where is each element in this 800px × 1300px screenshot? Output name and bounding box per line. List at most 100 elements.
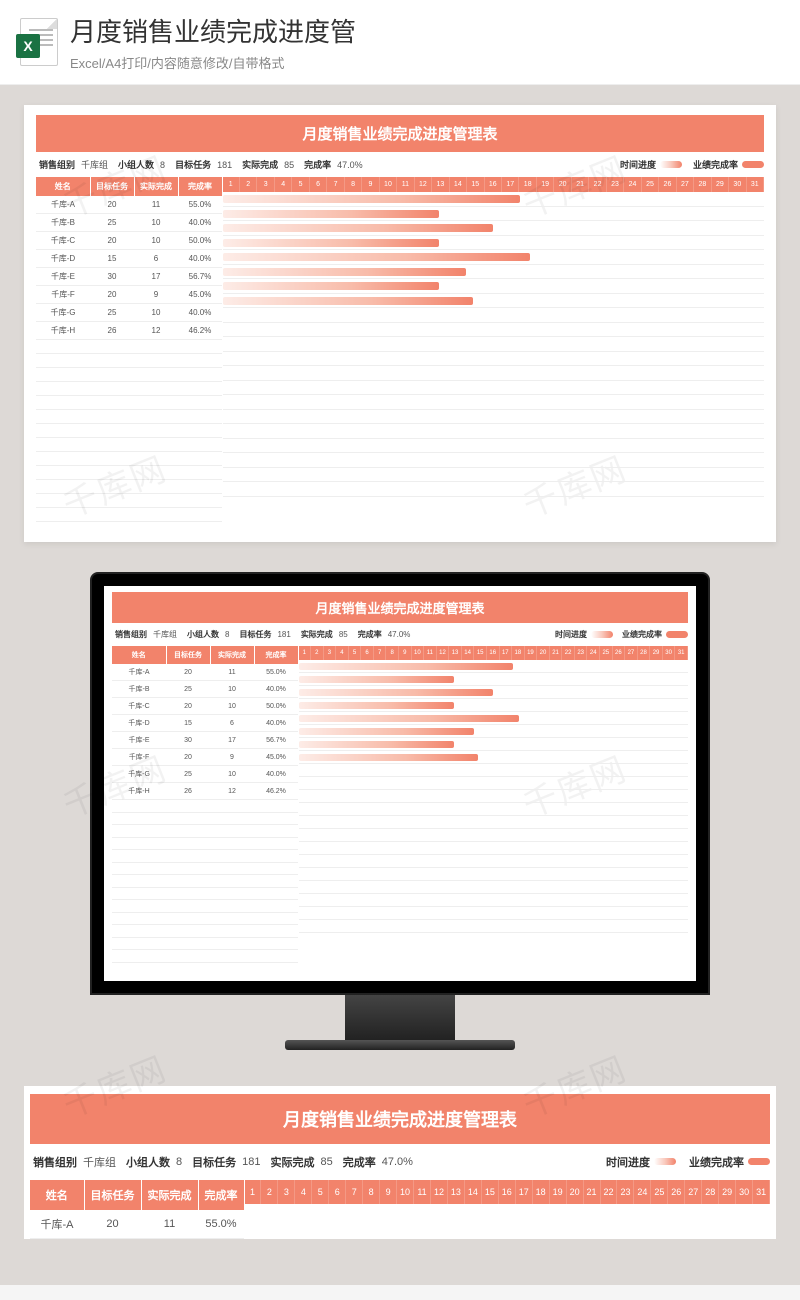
table-row: 千库-F20945.0% [112,749,298,766]
table-row: 千库-A201155.0% [36,196,222,214]
day-col: 3 [324,646,337,660]
cell-actual: 12 [210,783,254,800]
summary-rate-label: 完成率 [301,158,334,171]
day-col: 9 [362,177,379,192]
cell-target: 15 [90,250,134,268]
day-col: 9 [380,1180,397,1204]
progress-row [223,352,765,367]
col-name: 姓名 [30,1180,84,1210]
progress-bar [299,754,479,761]
progress-bar [223,282,440,290]
page-title: 月度销售业绩完成进度管 [70,12,784,49]
day-col: 11 [414,1180,431,1204]
table-row [36,424,222,438]
legend-rate-label: 业绩完成率 [686,1154,747,1170]
cell-name: 千库-C [112,698,166,715]
summary-rate-label: 完成率 [355,629,385,640]
progress-row [223,323,765,338]
day-col: 30 [729,177,746,192]
cell-name: 千库-A [36,196,90,214]
table-row: 千库-F20945.0% [36,286,222,304]
cell-name: 千库-G [36,304,90,322]
table-row [112,887,298,900]
cell-rate: 56.7% [178,268,222,286]
summary-target-value: 181 [240,1156,266,1168]
progress-row [223,250,765,265]
day-col: 8 [363,1180,380,1204]
day-col: 19 [550,1180,567,1204]
grid: 姓名目标任务实际完成完成率千库-A201155.0%12345678910111… [30,1180,770,1239]
legend-rate-swatch [748,1158,770,1165]
legend-rate-label: 业绩完成率 [690,158,741,171]
day-col: 30 [663,646,676,660]
progress-bar [223,210,440,218]
table-row [112,862,298,875]
progress-row [223,337,765,352]
summary-actual-value: 85 [318,1156,338,1168]
table-row: 千库-D15640.0% [36,250,222,268]
legend-time-label: 时间进度 [552,629,590,640]
table-row [36,452,222,466]
day-col: 25 [651,1180,668,1204]
day-col: 20 [567,1180,584,1204]
summary-target-label: 目标任务 [172,158,214,171]
monitor-mockup: 月度销售业绩完成进度管理表 销售组别 千库组 小组人数 8 目标任务 181 实… [24,572,776,1050]
progress-row [223,424,765,439]
cell-rate: 56.7% [254,732,298,749]
cell-target: 25 [90,304,134,322]
table-row [36,354,222,368]
progress-row [299,660,689,673]
summary-count-label: 小组人数 [123,1154,173,1170]
day-col: 14 [462,646,475,660]
table-row: 千库-B251040.0% [112,681,298,698]
day-col: 24 [634,1180,651,1204]
day-col: 22 [601,1180,618,1204]
cell-actual: 6 [210,715,254,732]
col-actual: 实际完成 [141,1180,198,1210]
progress-bar [299,715,520,722]
table-row [36,382,222,396]
progress-row [223,221,765,236]
col-rate: 完成率 [178,177,222,196]
table-row [36,466,222,480]
table-row [112,837,298,850]
progress-row [299,751,689,764]
cell-actual: 12 [134,322,178,340]
col-target: 目标任务 [84,1180,141,1210]
day-col: 12 [415,177,432,192]
cell-rate: 40.0% [178,214,222,232]
cell-rate: 50.0% [254,698,298,715]
legend-time-swatch [660,161,682,168]
day-col: 6 [361,646,374,660]
progress-row [223,308,765,323]
day-col: 15 [482,1180,499,1204]
progress-row [299,881,689,894]
day-col: 5 [349,646,362,660]
cell-rate: 40.0% [254,715,298,732]
progress-row [299,699,689,712]
table-row: 千库-E301756.7% [112,732,298,749]
cell-target: 25 [166,766,210,783]
cell-rate: 55.0% [198,1210,244,1239]
cell-target: 25 [90,214,134,232]
summary-count-label: 小组人数 [115,158,157,171]
day-col: 2 [311,646,324,660]
table-row: 千库-H261246.2% [112,783,298,800]
day-col: 5 [312,1180,329,1204]
progress-bar [223,195,521,203]
table-row [36,438,222,452]
cell-rate: 55.0% [178,196,222,214]
cell-actual: 10 [134,232,178,250]
legend-rate-swatch [742,161,764,168]
progress-row [299,777,689,790]
sheet-preview-footer: 月度销售业绩完成进度管理表 销售组别 千库组 小组人数 8 目标任务 181 实… [24,1086,776,1239]
summary-actual-label: 实际完成 [298,629,336,640]
cell-actual: 9 [134,286,178,304]
table-row [36,494,222,508]
day-col: 4 [275,177,292,192]
summary-actual-label: 实际完成 [239,158,281,171]
progress-row [223,279,765,294]
day-col: 16 [499,1180,516,1204]
day-col: 28 [638,646,651,660]
summary-team-value: 千库组 [151,629,183,640]
